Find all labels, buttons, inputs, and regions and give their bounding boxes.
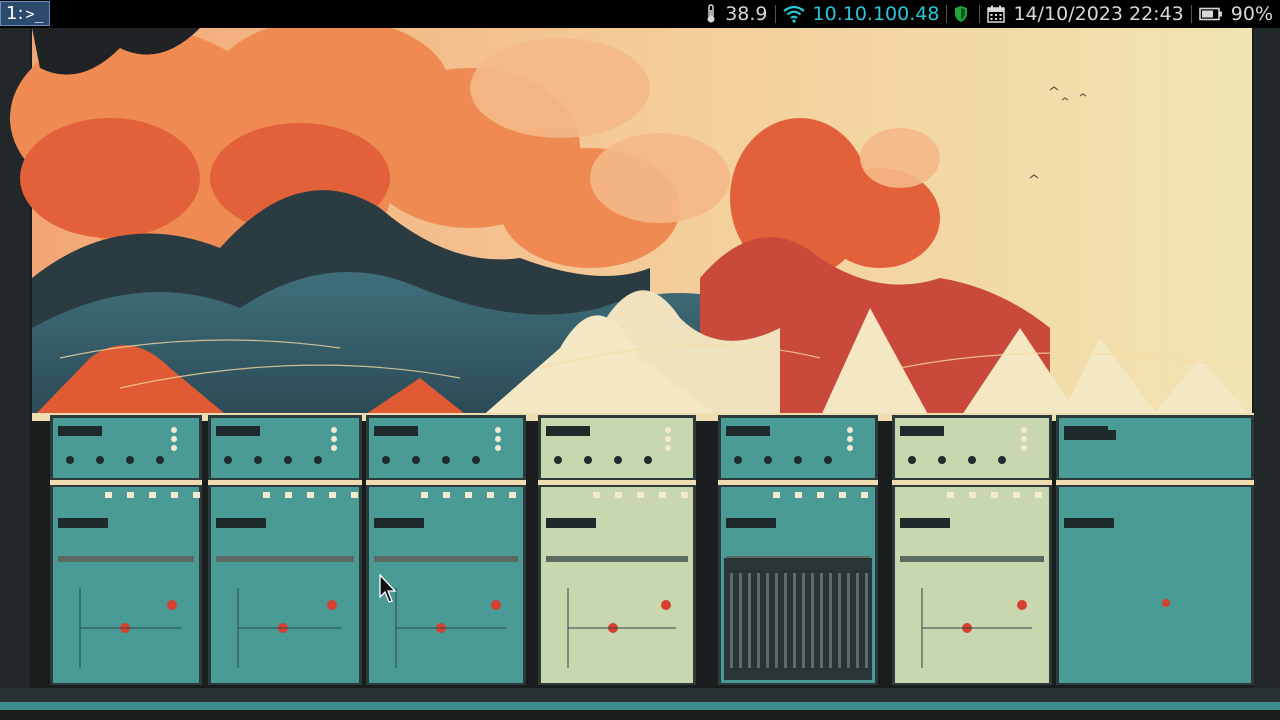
wifi-icon bbox=[782, 5, 805, 23]
battery-icon bbox=[1198, 7, 1222, 21]
battery-value: 90% bbox=[1230, 3, 1273, 25]
datetime-block[interactable]: 14/10/2023 22:43 bbox=[980, 0, 1190, 28]
server-rack bbox=[718, 415, 878, 685]
server-rack bbox=[538, 415, 696, 685]
status-blocks: 38.9 10.10.100.48 14/10/2023 22:43 90% bbox=[698, 0, 1280, 28]
server-rack bbox=[366, 415, 526, 685]
calendar-icon bbox=[987, 5, 1006, 23]
temperature-value: 38.9 bbox=[725, 3, 768, 25]
wallpaper bbox=[0, 28, 1280, 720]
server-rack bbox=[892, 415, 1052, 685]
network-ip: 10.10.100.48 bbox=[812, 3, 940, 25]
temperature-block[interactable]: 38.9 bbox=[698, 0, 774, 28]
server-rack bbox=[50, 415, 202, 685]
vpn-block[interactable] bbox=[947, 0, 979, 28]
server-rack bbox=[208, 415, 362, 685]
workspace-button[interactable]: 1: >_ bbox=[0, 1, 50, 26]
shield-icon bbox=[955, 6, 968, 22]
battery-block[interactable]: 90% bbox=[1192, 0, 1280, 28]
workspace-number: 1: bbox=[6, 3, 24, 24]
network-block[interactable]: 10.10.100.48 bbox=[776, 0, 947, 28]
thermometer-icon bbox=[707, 4, 715, 23]
mouse-cursor-icon bbox=[379, 574, 397, 603]
status-bar: 1: >_ 38.9 10.10.100.48 14/10/2023 22:43… bbox=[0, 0, 1280, 28]
server-rack bbox=[1056, 415, 1254, 685]
desktop[interactable] bbox=[0, 28, 1280, 720]
datetime-value: 14/10/2023 22:43 bbox=[1013, 3, 1184, 25]
terminal-icon: >_ bbox=[25, 4, 44, 23]
